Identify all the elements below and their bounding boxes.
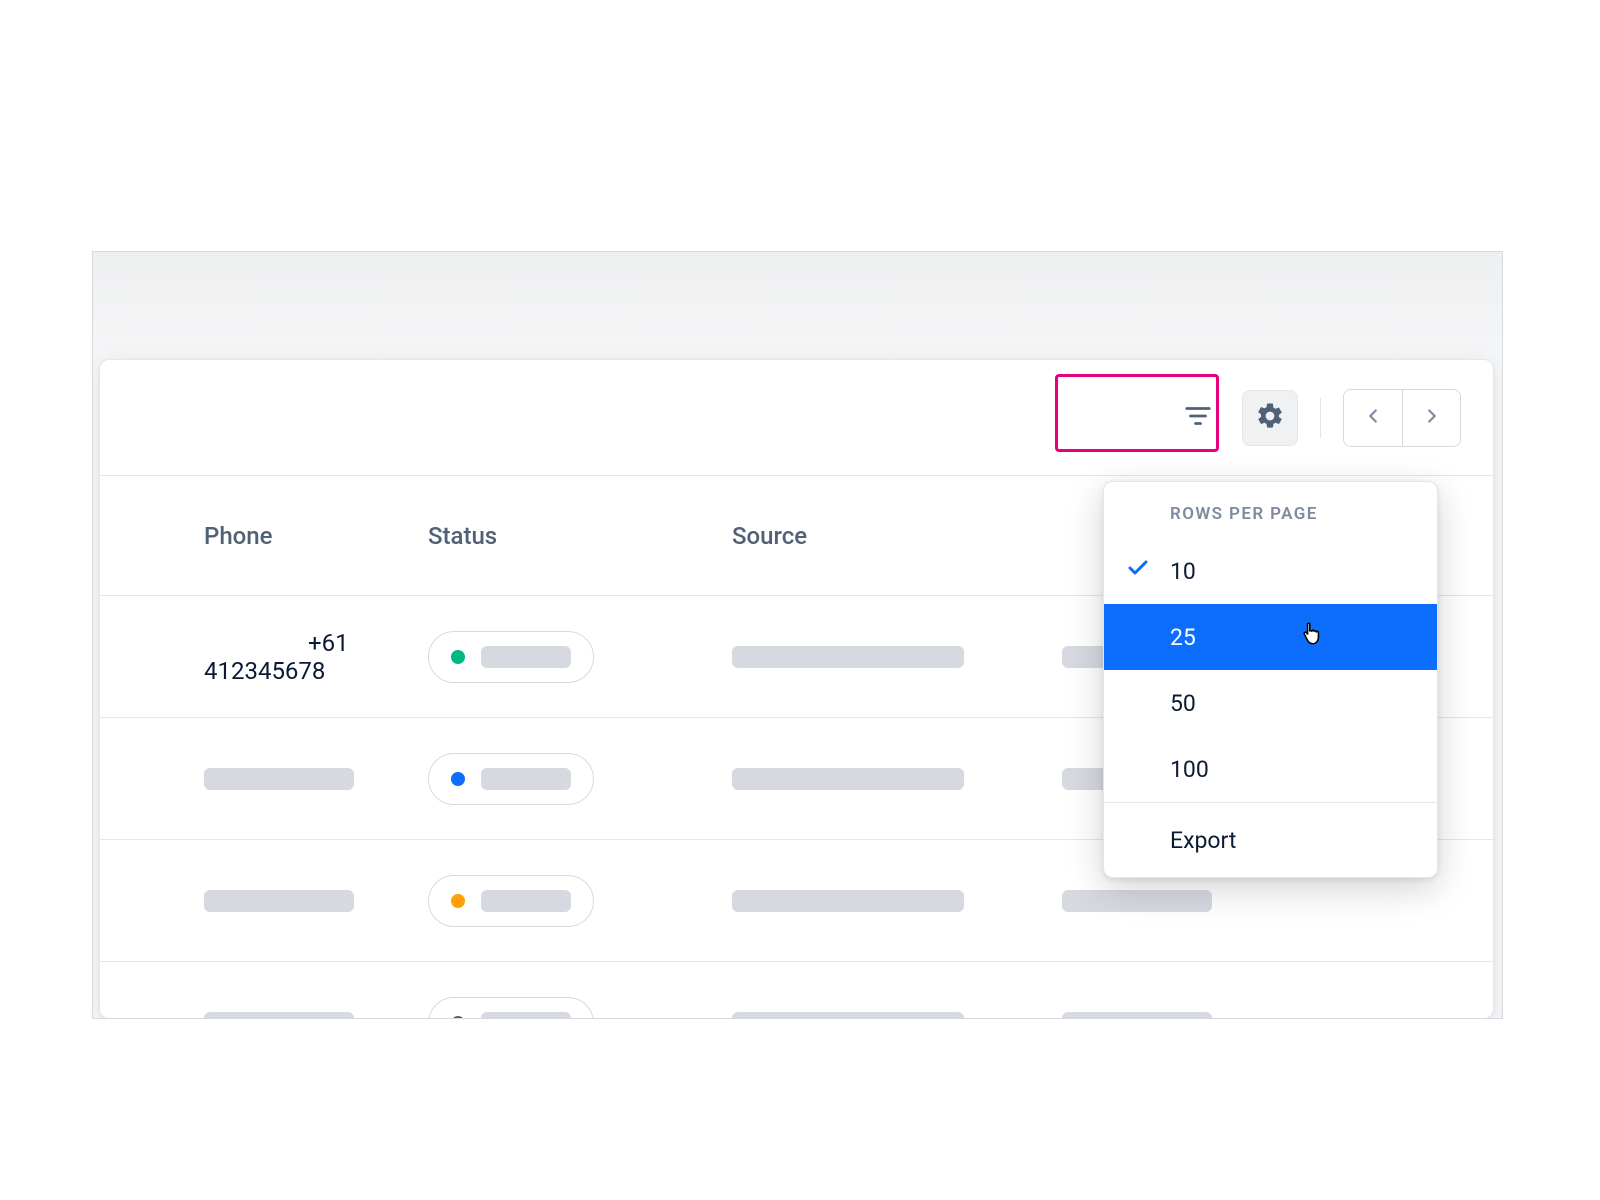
status-dot (451, 1016, 465, 1020)
rows-option-50[interactable]: 50 (1104, 670, 1437, 736)
status-pill (428, 875, 594, 927)
source-placeholder (732, 646, 964, 668)
status-pill (428, 631, 594, 683)
phone-cell: +61 412345678 (204, 629, 349, 685)
phone-placeholder (204, 1012, 354, 1020)
rows-option-10[interactable]: 10 (1104, 538, 1437, 604)
menu-heading-rows-per-page: ROWS PER PAGE (1104, 482, 1437, 538)
col-header-status[interactable]: Status (428, 522, 497, 550)
cell-placeholder (1062, 1012, 1212, 1020)
phone-placeholder (204, 890, 354, 912)
menu-item-label: 25 (1170, 624, 1196, 651)
status-pill (428, 997, 594, 1020)
status-placeholder (481, 1012, 571, 1020)
chevron-left-icon (1362, 405, 1384, 431)
table-toolbar (100, 360, 1493, 476)
settings-menu: ROWS PER PAGE 10 25 50 100 Export (1103, 481, 1438, 878)
filter-icon (1183, 401, 1213, 435)
menu-item-label: Export (1170, 827, 1236, 854)
chevron-right-icon (1421, 405, 1443, 431)
col-header-source[interactable]: Source (732, 522, 807, 550)
rows-option-25[interactable]: 25 (1104, 604, 1437, 670)
next-page-button[interactable] (1402, 390, 1460, 446)
status-placeholder (481, 768, 571, 790)
source-placeholder (732, 768, 964, 790)
gear-icon (1255, 401, 1285, 435)
status-placeholder (481, 890, 571, 912)
status-placeholder (481, 646, 571, 668)
export-action[interactable]: Export (1104, 803, 1437, 877)
cursor-pointer-icon (1300, 620, 1326, 654)
status-dot (451, 772, 465, 786)
status-dot (451, 650, 465, 664)
menu-item-label: 10 (1170, 558, 1196, 585)
menu-item-label: 100 (1170, 756, 1209, 783)
pagination-group (1343, 389, 1461, 447)
toolbar-separator (1320, 398, 1321, 438)
cell-placeholder (1062, 890, 1212, 912)
filter-button[interactable] (1170, 390, 1226, 446)
prev-page-button[interactable] (1344, 390, 1402, 446)
rows-option-100[interactable]: 100 (1104, 736, 1437, 802)
menu-item-label: 50 (1170, 690, 1196, 717)
source-placeholder (732, 1012, 964, 1020)
status-pill (428, 753, 594, 805)
check-icon (1126, 556, 1150, 586)
source-placeholder (732, 890, 964, 912)
settings-button[interactable] (1242, 390, 1298, 446)
table-row[interactable] (100, 962, 1493, 1019)
col-header-phone[interactable]: Phone (204, 522, 272, 550)
phone-placeholder (204, 768, 354, 790)
status-dot (451, 894, 465, 908)
